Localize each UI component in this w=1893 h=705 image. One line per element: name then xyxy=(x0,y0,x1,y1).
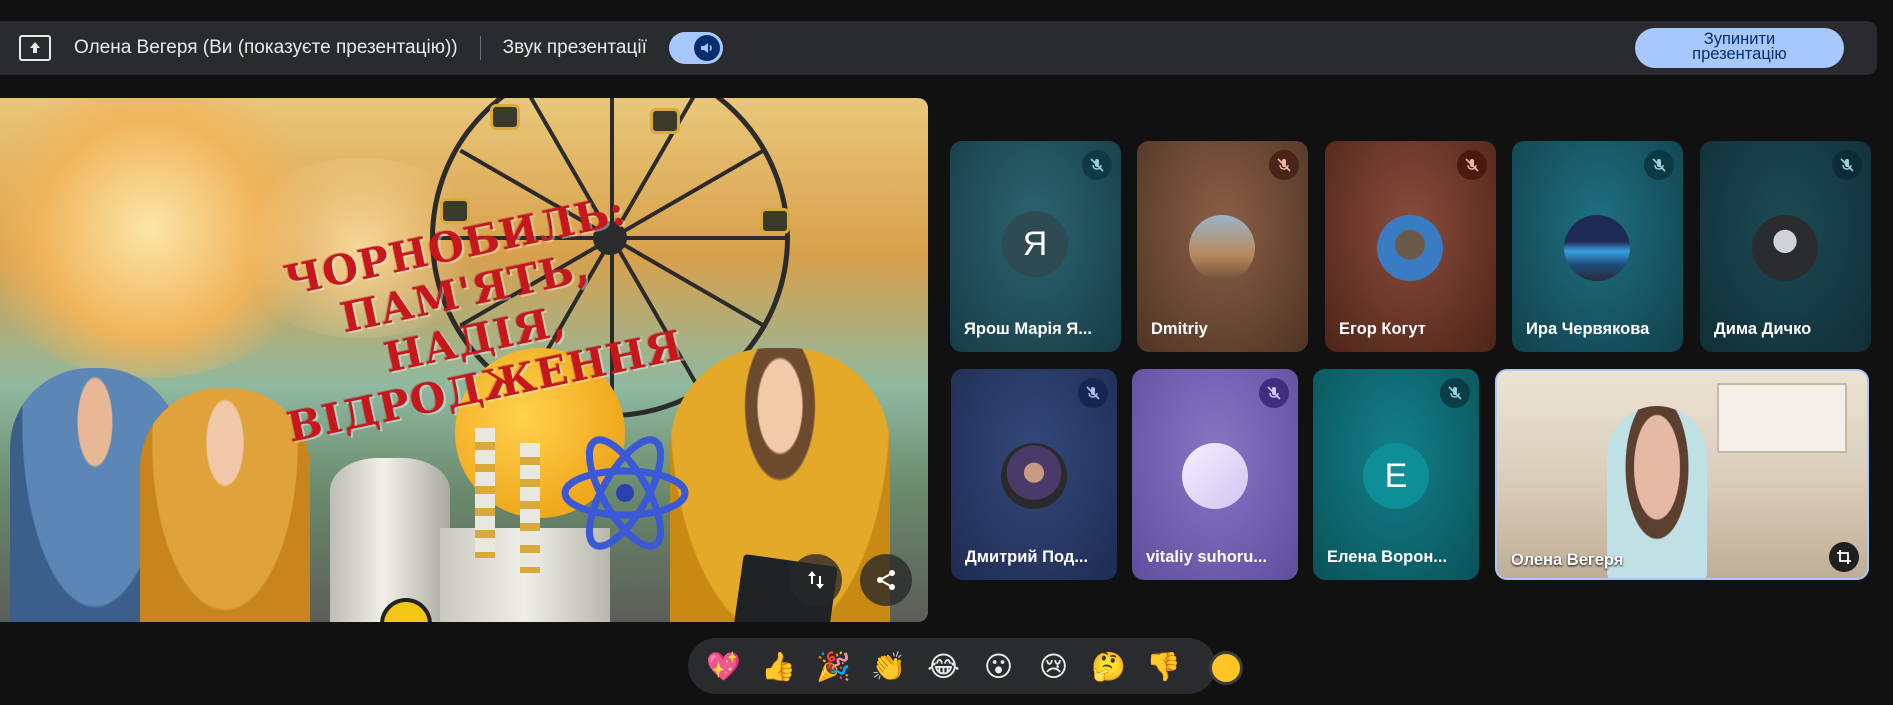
avatar xyxy=(1001,443,1067,509)
participant-name: Дмитрий Под... xyxy=(965,548,1089,566)
swap-arrows-icon xyxy=(808,571,824,589)
skin-tone-button[interactable] xyxy=(1209,651,1243,685)
presentation-slide: ЧОРНОБИЛЬ: ПАМ'ЯТЬ, НАДІЯ, ВІДРОДЖЕННЯ xyxy=(0,98,928,622)
muted-mic-icon xyxy=(1082,150,1112,180)
presentation-audio-label: Звук презентації xyxy=(502,37,647,58)
participant-tile[interactable]: vitaliy suhoru... xyxy=(1132,369,1298,580)
muted-mic-icon xyxy=(1457,150,1487,180)
avatar xyxy=(1377,215,1443,281)
participant-name: Дима Дичко xyxy=(1714,320,1812,338)
stop-presenting-button[interactable]: Зупинити презентацію xyxy=(1635,28,1844,68)
present-screen-icon xyxy=(19,35,51,61)
cooling-tower-illustration xyxy=(330,458,450,622)
avatar xyxy=(1752,215,1818,281)
reaction-sad-button[interactable]: 😢 xyxy=(1026,642,1081,690)
participant-tile[interactable]: Дима Дичко xyxy=(1700,141,1871,352)
participant-name: Елена Ворон... xyxy=(1327,548,1448,566)
muted-mic-icon xyxy=(1832,150,1862,180)
muted-mic-icon xyxy=(1259,378,1289,408)
reaction-clap-button[interactable]: 👏 xyxy=(861,642,916,690)
reaction-surprised-button[interactable]: 😮 xyxy=(971,642,1026,690)
participant-tile[interactable]: Dmitriy xyxy=(1137,141,1308,352)
reaction-sparkling-heart-button[interactable]: 💖 xyxy=(696,642,751,690)
reaction-laugh-button[interactable]: 😂 xyxy=(916,642,971,690)
participant-tile[interactable]: Ира Червякова xyxy=(1512,141,1683,352)
avatar xyxy=(1189,215,1255,281)
share-icon xyxy=(877,570,895,590)
avatar xyxy=(1564,215,1630,281)
presenting-bar: Олена Вегеря (Ви (показуєте презентацію)… xyxy=(0,21,1877,75)
avatar: Я xyxy=(1002,211,1068,277)
divider xyxy=(479,36,481,60)
muted-mic-icon xyxy=(1440,378,1470,408)
participant-tile[interactable]: E Елена Ворон... xyxy=(1313,369,1479,580)
reaction-thumbs-down-button[interactable]: 👎 xyxy=(1136,642,1191,690)
presenter-label: Олена Вегеря (Ви (показуєте презентацію)… xyxy=(74,37,458,58)
participant-name: Егор Когут xyxy=(1339,320,1426,338)
participant-tile[interactable]: Егор Когут xyxy=(1325,141,1496,352)
share-button[interactable] xyxy=(860,554,912,606)
meet-window: Олена Вегеря (Ви (показуєте презентацію)… xyxy=(0,0,1893,705)
swap-view-button[interactable] xyxy=(790,554,842,606)
participant-name: Dmitriy xyxy=(1151,320,1208,338)
crop-button[interactable] xyxy=(1829,542,1859,572)
presentation-audio-toggle[interactable] xyxy=(668,32,723,64)
participant-tile[interactable]: Дмитрий Под... xyxy=(951,369,1117,580)
participant-name: Ира Червякова xyxy=(1526,320,1650,338)
reaction-thinking-button[interactable]: 🤔 xyxy=(1081,642,1136,690)
muted-mic-icon xyxy=(1078,378,1108,408)
wall-frames xyxy=(1717,383,1847,453)
atom-icon xyxy=(561,436,689,550)
reaction-thumbs-up-button[interactable]: 👍 xyxy=(751,642,806,690)
muted-mic-icon xyxy=(1644,150,1674,180)
avatar: E xyxy=(1363,443,1429,509)
stop-label-line2: презентацію xyxy=(1692,45,1787,63)
reactions-bar: 💖 👍 🎉 👏 😂 😮 😢 🤔 👎 xyxy=(688,638,1216,694)
avatar xyxy=(1182,443,1248,509)
muted-mic-icon xyxy=(1269,150,1299,180)
reaction-party-button[interactable]: 🎉 xyxy=(806,642,861,690)
speaker-icon xyxy=(693,35,720,61)
participant-name: vitaliy suhoru... xyxy=(1146,548,1268,566)
crop-icon xyxy=(1837,550,1851,564)
participant-name: Олена Вегеря xyxy=(1511,551,1624,569)
self-view-tile[interactable]: Олена Вегеря xyxy=(1495,369,1869,580)
participant-tile[interactable]: Я Ярош Марія Я... xyxy=(950,141,1121,352)
participant-name: Ярош Марія Я... xyxy=(964,320,1092,338)
